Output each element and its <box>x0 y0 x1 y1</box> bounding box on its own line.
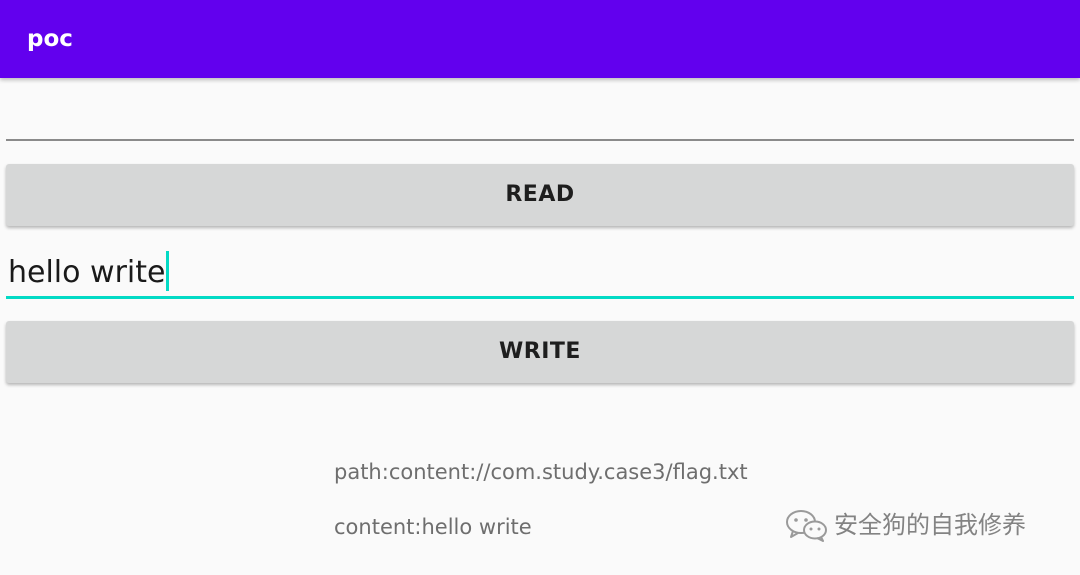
read-button[interactable]: READ <box>6 164 1074 226</box>
watermark-text: 安全狗的自我修养 <box>834 511 1026 539</box>
write-content-value: hello write <box>8 255 166 290</box>
read-path-input[interactable] <box>6 96 1074 141</box>
app-title: poc <box>27 26 73 52</box>
app-bar: poc <box>0 0 1080 78</box>
watermark: 安全狗的自我修养 <box>784 507 1026 543</box>
write-button[interactable]: WRITE <box>6 321 1074 383</box>
content-text: content:hello write <box>334 515 532 539</box>
wechat-icon <box>786 510 827 542</box>
path-text: path:content://com.study.case3/flag.txt <box>334 460 748 484</box>
write-content-input[interactable]: hello write <box>6 250 1074 299</box>
app-screen: poc READ hello write WRITE path:content:… <box>0 0 1080 575</box>
text-cursor <box>166 250 170 291</box>
